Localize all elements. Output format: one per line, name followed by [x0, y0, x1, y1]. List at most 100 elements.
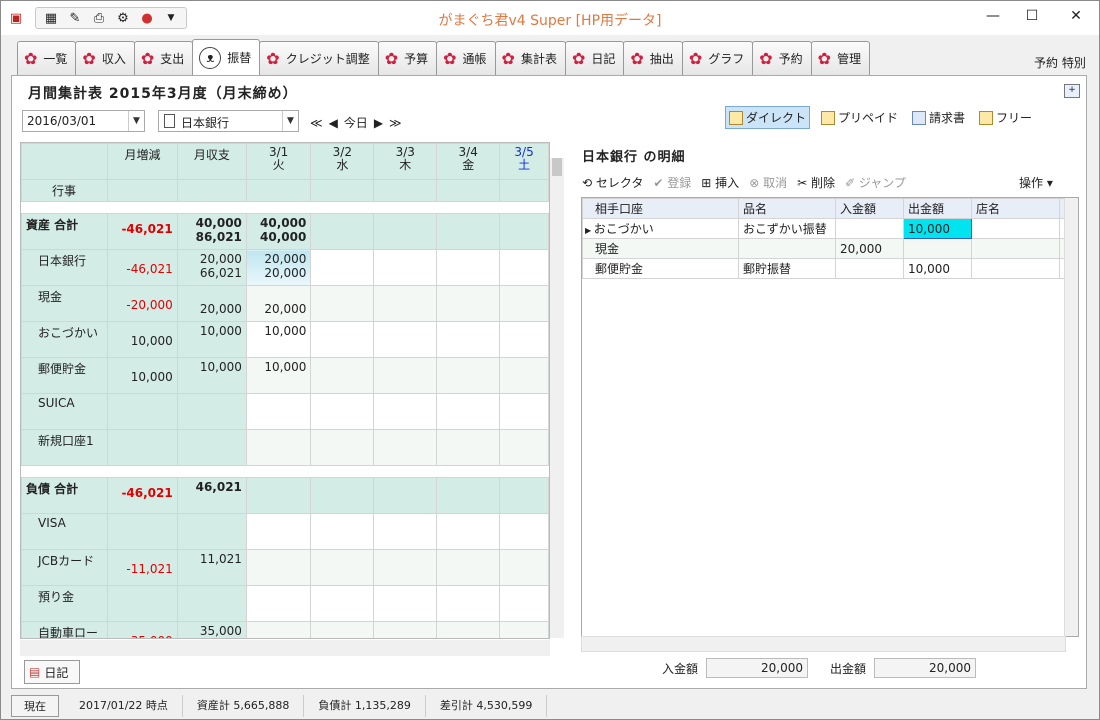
day-cell[interactable] — [245, 549, 312, 586]
day-cell[interactable] — [373, 357, 438, 394]
export-icon[interactable]: + — [1064, 84, 1080, 98]
delete-button[interactable]: ✂ 削除 — [797, 174, 835, 191]
day-cell[interactable] — [310, 429, 375, 466]
day-cell[interactable] — [310, 285, 375, 322]
tab-income[interactable]: ✿ 収入 — [75, 41, 135, 75]
day-cell[interactable] — [373, 549, 438, 586]
day-cell[interactable] — [436, 249, 501, 286]
selector-button[interactable]: ⟲ セレクタ — [582, 174, 643, 191]
chevron-down-icon[interactable]: ▼ — [128, 111, 144, 131]
day-cell[interactable] — [245, 513, 312, 550]
day-cell[interactable] — [310, 393, 375, 430]
day-cell[interactable] — [373, 393, 438, 430]
day-cell[interactable]: 10,000 — [245, 357, 312, 394]
prev-day-button[interactable]: ◀ — [329, 116, 338, 130]
day-cell[interactable] — [499, 621, 549, 638]
day-cell[interactable] — [245, 429, 312, 466]
cell[interactable]: 10,000 — [903, 218, 972, 239]
day-cell[interactable]: 20,000 20,000 — [245, 249, 312, 286]
day-cell[interactable] — [436, 429, 501, 466]
free-mode-button[interactable]: フリー — [976, 106, 1035, 129]
day-cell[interactable] — [373, 429, 438, 466]
close-button[interactable]: ✕ — [1053, 1, 1099, 31]
day-cell[interactable] — [436, 321, 501, 358]
day-cell[interactable] — [310, 585, 375, 622]
day-cell[interactable] — [310, 357, 375, 394]
day-cell[interactable] — [310, 513, 375, 550]
day-cell[interactable] — [310, 621, 375, 638]
now-button[interactable]: 現在 — [11, 695, 59, 717]
day-cell[interactable] — [436, 285, 501, 322]
day-cell[interactable] — [245, 585, 312, 622]
date-picker[interactable]: 2016/03/01 ▼ — [22, 110, 145, 132]
cell[interactable]: 20,000 — [835, 238, 904, 259]
tab-budget[interactable]: ✿ 予算 — [377, 41, 438, 75]
day-cell[interactable] — [436, 549, 501, 586]
day-cell[interactable] — [373, 249, 438, 286]
prepaid-mode-button[interactable]: プリペイド — [818, 106, 901, 129]
tab-admin[interactable]: ✿ 管理 — [810, 41, 871, 75]
cell[interactable] — [971, 238, 1060, 259]
header-cell[interactable]: 3/1 火 — [245, 143, 312, 180]
insert-button[interactable]: ⊞ 挿入 — [701, 174, 739, 191]
cell[interactable] — [971, 258, 1060, 279]
cell[interactable] — [310, 179, 375, 202]
column-header[interactable]: 出金額 — [903, 198, 972, 219]
operations-menu[interactable]: 操作 ▾ — [1019, 174, 1053, 191]
prev-month-button[interactable]: ≪ — [310, 116, 323, 130]
day-cell[interactable] — [245, 621, 312, 638]
day-cell[interactable] — [499, 357, 549, 394]
cancel-button[interactable]: ⊗ 取消 — [749, 174, 787, 191]
day-cell[interactable] — [310, 549, 375, 586]
account-select[interactable]: 日本銀行 ▼ — [158, 110, 299, 132]
day-cell[interactable] — [499, 513, 549, 550]
cell[interactable]: 郵貯振替 — [738, 258, 836, 279]
cell[interactable] — [373, 179, 438, 202]
cell[interactable] — [971, 218, 1060, 239]
direct-mode-button[interactable]: ダイレクト — [725, 106, 811, 129]
column-header[interactable]: 相手口座 — [582, 198, 739, 219]
detail-row[interactable]: ▶ おこづかい おこずかい振替 10,000 — [582, 218, 1069, 239]
tab-summary[interactable]: ✿ 集計表 — [494, 41, 566, 75]
day-cell[interactable] — [310, 249, 375, 286]
next-month-button[interactable]: ≫ — [389, 116, 402, 130]
jump-button[interactable]: ✐ ジャンプ — [845, 174, 906, 191]
day-cell[interactable] — [373, 513, 438, 550]
day-cell[interactable] — [373, 321, 438, 358]
tab-extract[interactable]: ✿ 抽出 — [623, 41, 683, 75]
cell[interactable]: 郵便貯金 — [582, 258, 739, 279]
tab-credit-adjust[interactable]: ✿ クレジット調整 — [259, 41, 379, 75]
header-cell[interactable]: 3/2 水 — [310, 143, 375, 180]
cell[interactable]: おこずかい振替 — [738, 218, 836, 239]
cell[interactable] — [835, 258, 904, 279]
day-cell[interactable] — [499, 585, 549, 622]
grid-horizontal-scrollbar[interactable] — [20, 640, 550, 656]
header-cell[interactable]: 3/4 金 — [436, 143, 501, 180]
cell[interactable] — [903, 238, 972, 259]
day-cell[interactable] — [499, 549, 549, 586]
day-cell[interactable] — [436, 621, 501, 638]
day-cell[interactable] — [373, 621, 438, 638]
day-cell[interactable] — [373, 585, 438, 622]
top-right-links[interactable]: 予約 特別 — [1034, 54, 1086, 71]
diary-button[interactable]: ▤ 日記 — [24, 660, 80, 684]
day-cell[interactable] — [499, 393, 549, 430]
scroll-thumb[interactable] — [552, 158, 562, 176]
detail-row[interactable]: 郵便貯金 郵貯振替 10,000 — [582, 258, 1069, 279]
day-cell[interactable]: 10,000 — [245, 321, 312, 358]
tab-diary[interactable]: ✿ 日記 — [564, 41, 625, 75]
chevron-down-icon[interactable]: ▼ — [282, 111, 298, 131]
column-header[interactable]: 品名 — [738, 198, 836, 219]
cell[interactable] — [738, 238, 836, 259]
cell[interactable]: ▶ おこづかい — [582, 218, 739, 239]
tab-passbook[interactable]: ✿ 通帳 — [436, 41, 496, 75]
day-cell[interactable] — [499, 429, 549, 466]
cell[interactable] — [499, 179, 549, 202]
cell[interactable]: 10,000 — [903, 258, 972, 279]
detail-row[interactable]: 現金 20,000 — [582, 238, 1069, 259]
day-cell[interactable] — [499, 249, 549, 286]
day-cell[interactable] — [436, 393, 501, 430]
tab-ichiran[interactable]: ✿ 一覧 — [17, 41, 77, 75]
header-cell[interactable]: 3/3 木 — [373, 143, 438, 180]
column-header[interactable]: 店名 — [971, 198, 1060, 219]
